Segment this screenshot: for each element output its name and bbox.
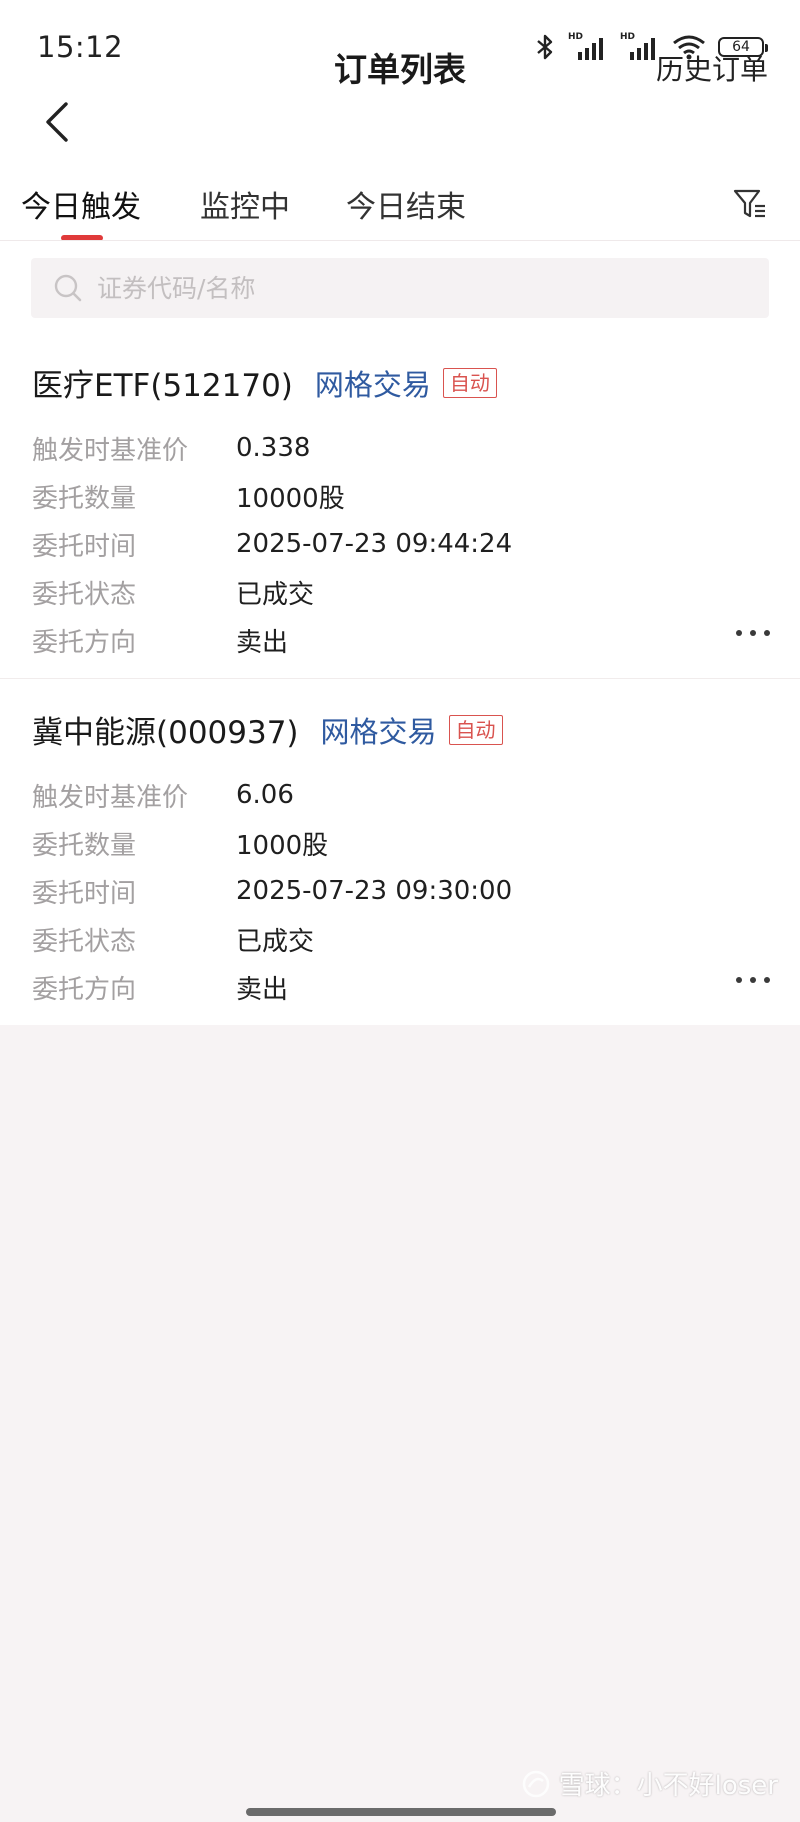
history-orders-link[interactable]: 历史订单 [656,0,768,140]
watermark-text: 雪球：小不好loser [558,1771,778,1801]
field-label: 委托状态 [32,579,137,610]
field-label: 委托方向 [32,974,137,1005]
field-value: 6.06 [236,780,294,810]
auto-badge: 自动 [448,714,503,745]
field-label: 委托状态 [32,926,137,957]
watermark: 雪球：小不好loser [521,1765,778,1802]
field-row: 委托状态 已成交 [32,568,512,616]
field-value: 卖出 [236,627,289,658]
field-row: 委托方向 卖出 [32,616,512,664]
order-card[interactable]: 冀中能源(000937) 网格交易 自动 触发时基准价 6.06 委托数量 10… [0,678,800,1025]
field-row: 委托数量 10000股 [32,472,512,520]
order-list: 医疗ETF(512170) 网格交易 自动 触发时基准价 0.338 委托数量 … [0,332,800,1025]
search-bar[interactable] [31,258,769,318]
field-row: 委托状态 已成交 [32,915,512,963]
signal-1-icon: HD [568,32,608,62]
field-row: 触发时基准价 6.06 [32,771,512,819]
order-fields: 触发时基准价 6.06 委托数量 1000股 委托时间 2025-07-23 0… [32,771,512,1011]
field-row: 委托方向 卖出 [32,963,512,1011]
snowball-logo-icon [522,1770,549,1797]
more-options-icon[interactable] [736,630,770,636]
more-options-icon[interactable] [736,977,770,983]
field-value: 已成交 [236,926,315,957]
strategy-label: 网格交易 [314,367,431,402]
back-arrow-icon[interactable] [40,100,76,144]
auto-badge: 自动 [442,367,497,398]
tab-today-triggered[interactable]: 今日触发 [21,182,141,226]
strategy-label: 网格交易 [320,714,437,749]
stock-name: 医疗ETF(512170) [32,368,293,404]
tab-bar: 今日触发 监控中 今日结束 [0,150,800,241]
field-row: 委托时间 2025-07-23 09:44:24 [32,520,512,568]
order-card-header: 冀中能源(000937) 网格交易 自动 [32,707,503,752]
tab-today-ended[interactable]: 今日结束 [346,182,466,226]
order-card-header: 医疗ETF(512170) 网格交易 自动 [32,360,497,405]
field-row: 委托数量 1000股 [32,819,512,867]
order-card[interactable]: 医疗ETF(512170) 网格交易 自动 触发时基准价 0.338 委托数量 … [0,332,800,678]
filter-icon[interactable] [732,186,768,222]
signal-2-icon: HD [620,32,660,62]
search-input[interactable] [95,272,739,304]
field-label: 委托时间 [32,878,137,909]
field-value: 2025-07-23 09:44:24 [236,529,513,559]
order-fields: 触发时基准价 0.338 委托数量 10000股 委托时间 2025-07-23… [32,424,512,664]
home-indicator[interactable] [246,1808,556,1816]
field-value: 卖出 [236,974,289,1005]
field-row: 触发时基准价 0.338 [32,424,512,472]
field-value: 10000股 [236,483,345,514]
tab-monitoring[interactable]: 监控中 [200,182,290,226]
bluetooth-icon [537,34,553,60]
status-time: 15:12 [37,30,124,64]
search-icon [54,274,82,302]
field-label: 委托数量 [32,483,137,514]
field-label: 触发时基准价 [32,435,189,466]
field-label: 委托时间 [32,531,137,562]
field-value: 1000股 [236,830,329,861]
field-value: 已成交 [236,579,315,610]
field-value: 2025-07-23 09:30:00 [236,876,513,906]
field-label: 委托数量 [32,830,137,861]
field-label: 委托方向 [32,627,137,658]
field-value: 0.338 [236,433,311,463]
stock-name: 冀中能源(000937) [32,715,299,751]
field-label: 触发时基准价 [32,782,189,813]
field-row: 委托时间 2025-07-23 09:30:00 [32,867,512,915]
